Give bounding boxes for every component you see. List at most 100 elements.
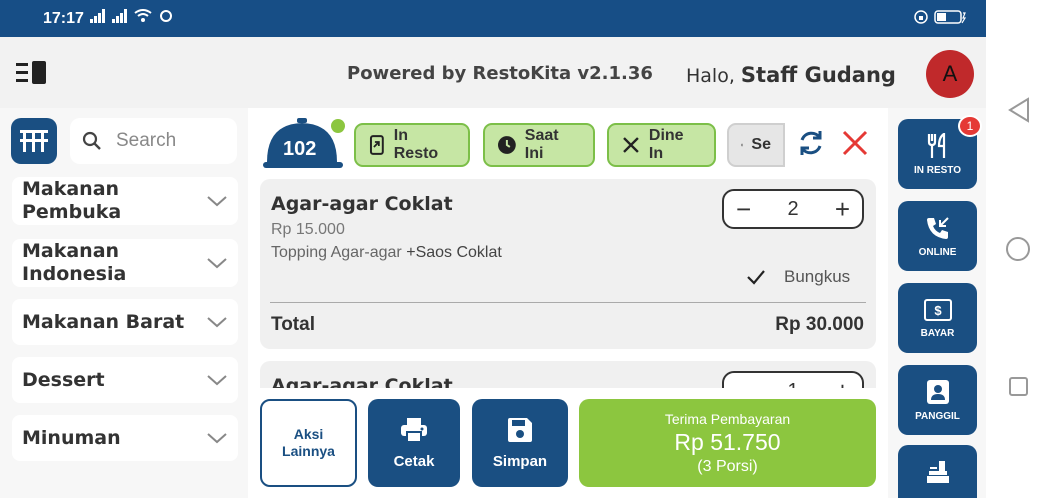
app-window: 17:17 Powered by RestoKita v2.1.36 Halo,… <box>0 0 986 498</box>
check-icon <box>747 270 765 285</box>
rail-label: IN RESTO <box>913 164 962 176</box>
tag-label: In Resto <box>393 127 439 162</box>
category-label: Makanan Pembuka <box>22 178 122 223</box>
search-placeholder: Search <box>116 130 177 151</box>
menu-icon[interactable] <box>16 61 48 85</box>
save-button[interactable]: Simpan <box>472 399 568 487</box>
pay-portion: (3 Porsi) <box>697 457 758 475</box>
search-input[interactable]: Search <box>70 118 237 164</box>
tag-label: Saat Ini <box>524 127 559 162</box>
table-grid-icon <box>20 130 48 152</box>
category-label: Makanan Barat <box>22 311 185 333</box>
close-icon[interactable] <box>840 128 870 158</box>
pay-amount: Rp 51.750 <box>674 428 781 455</box>
chevron-down-icon <box>207 317 227 328</box>
app-header: Powered by RestoKita v2.1.36 Halo, Staff… <box>0 37 986 108</box>
divider <box>270 302 866 303</box>
total-label: Total <box>271 314 315 335</box>
rail-bayar-button[interactable]: $ BAYAR <box>898 283 977 353</box>
signal-icon <box>112 9 127 23</box>
save-label: Simpan <box>492 452 548 470</box>
table-number-badge[interactable]: 102 <box>263 118 347 170</box>
sync-icon <box>160 10 172 22</box>
status-bar: 17:17 <box>0 0 986 37</box>
phone-incoming-icon <box>926 216 949 239</box>
greeting: Halo, Staff Gudang <box>686 63 896 87</box>
recent-apps-icon[interactable] <box>1009 377 1028 396</box>
tag-label: Se <box>751 136 771 153</box>
item-topping: Topping Agar-agar +Saos Coklat <box>271 244 502 262</box>
more-actions-button[interactable]: Aksi Lainnya <box>260 399 357 487</box>
signal-icon <box>90 9 105 23</box>
cash-icon: $ <box>923 298 952 321</box>
rail-label: PANGGIL <box>915 410 960 422</box>
back-icon[interactable] <box>1007 97 1031 123</box>
plus-icon[interactable]: + <box>835 194 850 225</box>
rail-label: ONLINE <box>918 246 957 258</box>
category-makanan-barat[interactable]: Makanan Barat <box>12 299 238 345</box>
print-label: Cetak <box>393 452 435 470</box>
category-dessert[interactable]: Dessert <box>12 357 238 403</box>
notification-badge: 1 <box>958 115 982 137</box>
cashier-icon <box>926 461 949 483</box>
item-name: Agar-agar Coklat <box>271 193 453 215</box>
status-icons-left <box>90 9 174 23</box>
rail-more-button[interactable] <box>898 445 977 498</box>
avatar[interactable]: A <box>926 50 974 98</box>
status-icons-right <box>914 10 966 24</box>
category-makanan-pembuka[interactable]: Makanan Pembuka <box>12 177 238 225</box>
clock-icon <box>497 136 516 154</box>
contact-card-icon <box>926 379 949 404</box>
aksi-line2: Lainnya <box>282 443 335 459</box>
tag-dine-in[interactable]: Dine In <box>607 123 716 167</box>
pay-title: Terima Pembayaran <box>664 410 791 427</box>
category-minuman[interactable]: Minuman <box>12 415 238 461</box>
search-icon <box>82 131 101 150</box>
takeaway-toggle[interactable]: Bungkus <box>746 267 850 287</box>
minus-icon[interactable]: − <box>736 194 751 225</box>
status-time: 17:17 <box>43 10 84 27</box>
tag-service[interactable]: Se <box>727 123 785 167</box>
rotation-lock-icon <box>914 10 928 24</box>
topping-value: +Saos Coklat <box>406 244 502 261</box>
category-label: Minuman <box>22 427 121 449</box>
rail-online-button[interactable]: ONLINE <box>898 201 977 271</box>
wifi-icon <box>134 9 152 22</box>
category-label: Makanan Indonesia <box>22 240 127 285</box>
rail-panggil-button[interactable]: PANGGIL <box>898 365 977 435</box>
chevron-down-icon <box>207 433 227 444</box>
category-makanan-indonesia[interactable]: Makanan Indonesia <box>12 239 238 287</box>
category-label: Dessert <box>22 369 105 391</box>
quantity-stepper[interactable]: − 2 + <box>722 189 864 229</box>
cutlery-icon <box>927 132 945 158</box>
rail-label: BAYAR <box>920 327 955 339</box>
user-name: Staff Gudang <box>740 63 896 87</box>
table-number: 102 <box>283 138 317 160</box>
order-item-card[interactable]: Agar-agar Coklat Rp 15.000 Topping Agar-… <box>260 179 876 349</box>
save-icon <box>508 417 532 442</box>
powered-by-label: Powered by RestoKita v2.1.36 <box>347 63 653 84</box>
item-price: Rp 15.000 <box>271 221 345 238</box>
home-icon[interactable] <box>1006 237 1030 261</box>
chevron-down-icon <box>207 196 227 207</box>
list-icon <box>741 143 744 147</box>
accept-payment-button[interactable]: Terima Pembayaran Rp 51.750 (3 Porsi) <box>579 399 876 487</box>
refresh-icon[interactable] <box>796 128 826 158</box>
tag-in-resto[interactable]: In Resto <box>354 123 470 167</box>
phone-transfer-icon <box>369 135 384 155</box>
svg-text:$: $ <box>934 303 942 318</box>
takeaway-label: Bungkus <box>784 267 851 286</box>
battery-icon <box>934 10 966 24</box>
greeting-label: Halo, <box>686 65 735 87</box>
total-value: Rp 30.000 <box>775 314 864 335</box>
cutlery-icon <box>623 137 639 153</box>
chevron-down-icon <box>207 258 227 269</box>
grid-view-button[interactable] <box>11 118 57 164</box>
chevron-down-icon <box>207 375 227 386</box>
topping-label: Topping Agar-agar <box>271 244 402 261</box>
print-button[interactable]: Cetak <box>368 399 460 487</box>
tag-label: Dine In <box>648 127 684 162</box>
tag-saat-ini[interactable]: Saat Ini <box>483 123 595 167</box>
aksi-line1: Aksi <box>293 426 324 442</box>
printer-icon <box>401 417 427 443</box>
